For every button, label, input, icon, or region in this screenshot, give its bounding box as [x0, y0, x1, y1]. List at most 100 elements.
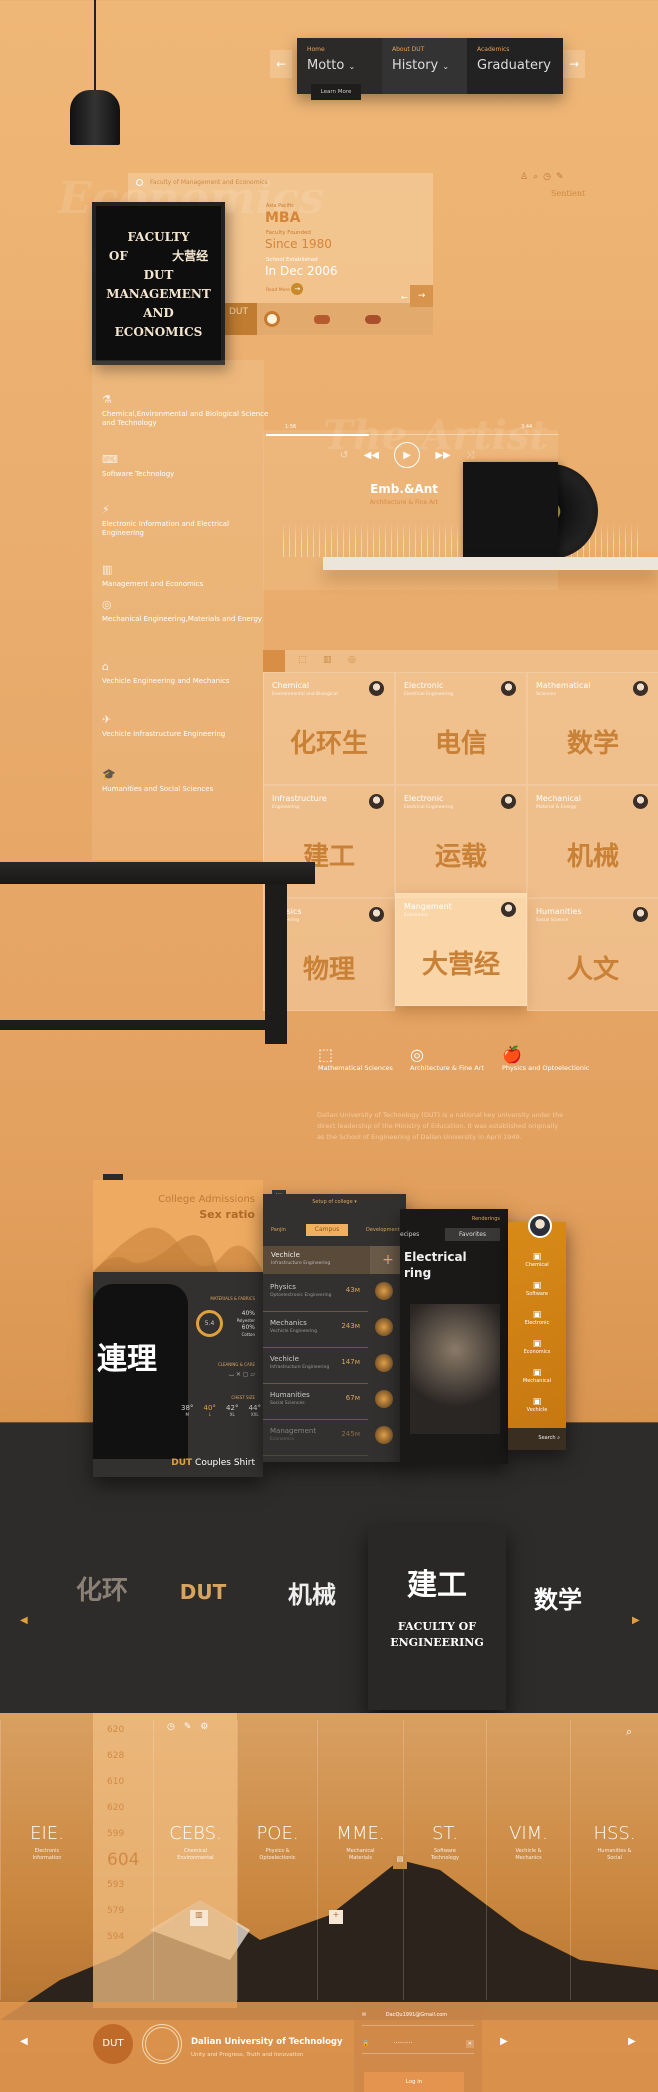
college-card[interactable]: Electronic Electrical Engineering 运载 — [395, 785, 527, 898]
college-tab-development[interactable]: Development — [366, 1227, 400, 1233]
college-thumbnail[interactable] — [375, 1354, 393, 1372]
side-item[interactable]: ▣ Economics — [508, 1339, 566, 1368]
size-option[interactable]: 44° XXL — [249, 1404, 261, 1417]
clock-icon[interactable]: ◷ — [543, 172, 556, 182]
college-tab-panjin[interactable]: Panjin — [271, 1227, 286, 1233]
college-column[interactable]: VIM. Vechicle & Mechanics — [486, 1720, 570, 2000]
college-card[interactable]: Mathematical Sciences 数学 — [527, 672, 658, 785]
avatar[interactable] — [501, 681, 516, 696]
footer-prev[interactable]: ◀ — [20, 2036, 28, 2047]
faculty-item[interactable]: ⚡ Electronic Information and Electrical E… — [102, 504, 272, 538]
carousel-item[interactable]: DUT — [168, 1580, 238, 1604]
college-thumbnail[interactable] — [375, 1390, 393, 1408]
mountain-marker[interactable]: ▤ — [393, 1855, 407, 1869]
avatar[interactable] — [501, 794, 516, 809]
discipline-item[interactable]: ◎ Architecture & Fine Art — [410, 1045, 484, 1072]
size-option[interactable]: 38° M — [181, 1404, 193, 1417]
college-card[interactable]: Mechanical Material & Energy 机械 — [527, 785, 658, 898]
college-thumbnail[interactable] — [375, 1318, 393, 1336]
user-icon[interactable]: ♙ — [520, 172, 533, 182]
search-bar[interactable]: Search ⌕ — [508, 1428, 566, 1450]
footer-next-arrow[interactable]: ▶ — [628, 2036, 636, 2047]
learn-more-tooltip[interactable]: Learn More — [311, 84, 361, 100]
favorites-tab[interactable]: Favorites — [445, 1228, 500, 1241]
password-field[interactable]: 🔒 ·········· ✕ — [362, 2040, 474, 2054]
carousel-next[interactable]: ▶ — [632, 1615, 640, 1626]
carousel-item[interactable]: 机械 — [272, 1575, 352, 1610]
college-card[interactable]: Mangement Economics 大营经 — [395, 893, 527, 1006]
avatar[interactable] — [528, 1214, 552, 1238]
faculty-item[interactable]: ⌨ Software Technology — [102, 454, 272, 479]
edit-icon[interactable]: ✎ — [556, 172, 569, 182]
college-row[interactable]: Physics Optoelectronic Engineering 43м — [263, 1278, 368, 1312]
college-column[interactable]: HSS. Humanities & Social — [570, 1720, 658, 2000]
side-item[interactable]: ▣ Electronic — [508, 1310, 566, 1339]
college-card[interactable]: Chemical Environmental and Biological 化环生 — [263, 672, 395, 785]
side-item[interactable]: ▣ Mechanical — [508, 1368, 566, 1397]
progress-track[interactable] — [266, 434, 559, 436]
college-thumbnail[interactable] — [375, 1426, 393, 1444]
college-dropdown[interactable]: Setup of college ▾ — [263, 1199, 406, 1205]
discipline-item[interactable]: ⬚ Mathematical Sciences — [318, 1045, 393, 1072]
search-icon[interactable]: ⌕ — [533, 172, 543, 182]
college-column[interactable]: EIE. Electronic Information — [0, 1720, 93, 2000]
college-row[interactable]: Mechanics Vechicle Engineering 243м — [263, 1314, 368, 1348]
recipes-tab[interactable]: ecipes — [400, 1231, 419, 1238]
faculty-item[interactable]: ⚗ Chemical,Environmental and Biological S… — [102, 394, 272, 428]
college-column[interactable]: POE. Physics & Optoelectionic — [237, 1720, 317, 2000]
tab-circle[interactable] — [263, 650, 285, 672]
forward-icon[interactable]: ▶▶ — [435, 450, 450, 461]
college-thumbnail[interactable] — [375, 1282, 393, 1300]
college-card[interactable]: Humanities Social Science 人文 — [527, 898, 658, 1011]
college-column[interactable]: ST. Software Technology — [403, 1720, 486, 2000]
play-icon[interactable]: ▶ — [394, 442, 421, 468]
college-card[interactable]: Electronic Electrical Engineering 电信 — [395, 672, 527, 785]
college-column[interactable]: CEBS. Chemical Environmental — [153, 1720, 237, 2000]
tab-target[interactable]: ◎ — [348, 655, 356, 665]
avatar[interactable] — [633, 681, 648, 696]
shuffle-icon[interactable]: ⤨ — [466, 450, 474, 461]
email-field[interactable]: ✉ DacQu1991@Gmail.com — [362, 2012, 474, 2026]
side-item[interactable]: ▣ Software — [508, 1281, 566, 1310]
active-college[interactable]: Vechicle Infrastructure Engineering + — [263, 1246, 406, 1274]
carousel-item[interactable]: 化环 — [62, 1570, 142, 1607]
avatar[interactable] — [633, 907, 648, 922]
renderings-tab[interactable]: Renderings — [472, 1216, 500, 1222]
tab-chart[interactable]: ▥ — [323, 655, 332, 665]
size-option[interactable]: 40° L — [204, 1404, 216, 1417]
size-option[interactable]: 42° XL — [226, 1404, 238, 1417]
read-more-link[interactable]: Read More → — [266, 283, 304, 295]
rewind-icon[interactable]: ◀◀ — [364, 450, 379, 461]
faculty-item[interactable]: ▥ Management and Economics — [102, 564, 272, 589]
repeat-icon[interactable]: ↺ — [340, 450, 348, 461]
discipline-item[interactable]: 🍎 Physics and Optoelectionic — [502, 1045, 589, 1072]
college-tab-campus[interactable]: Campus — [306, 1224, 348, 1236]
carousel-item[interactable]: 数学 — [518, 1580, 598, 1615]
side-item[interactable]: ▣ Vechicle — [508, 1397, 566, 1426]
faculty-item[interactable]: ⌂ Vechicle Engineering and Mechanics — [102, 661, 272, 686]
login-button[interactable]: Log in — [364, 2072, 464, 2092]
faculty-item[interactable]: ◎ Mechanical Engineering,Materials and En… — [102, 599, 272, 624]
college-row[interactable]: Humanities Social Sciences 67м — [263, 1386, 368, 1420]
college-column[interactable]: MME. Mechanical Materials — [317, 1720, 403, 2000]
feature-prev-button[interactable]: ← — [401, 293, 408, 302]
avatar[interactable] — [369, 907, 384, 922]
nav-next-button[interactable]: → — [563, 50, 585, 78]
avatar[interactable] — [369, 794, 384, 809]
nav-item-academics[interactable]: Academics Graduatery — [467, 38, 563, 94]
mountain-marker[interactable]: ▥ — [190, 1910, 208, 1926]
college-row[interactable]: Management Economics 245м — [263, 1422, 368, 1456]
faculty-item[interactable]: 🎓 Humanities and Social Sciences — [102, 769, 272, 794]
nav-prev-button[interactable]: ← — [270, 50, 292, 78]
mountain-marker[interactable]: + — [329, 1910, 343, 1924]
carousel-prev[interactable]: ◀ — [20, 1615, 28, 1626]
side-item[interactable]: ▣ Chemical — [508, 1252, 566, 1281]
avatar[interactable] — [369, 681, 384, 696]
faculty-item[interactable]: ✈ Vechicle Infrastructure Engineering — [102, 714, 272, 739]
college-row[interactable]: Vechicle Infrastructure Engineering 147м — [263, 1350, 368, 1384]
avatar[interactable] — [501, 902, 516, 917]
nav-item-about[interactable]: About DUT History ⌄ — [382, 38, 467, 94]
featured-carousel-card[interactable]: 建工 FACULTY OF ENGINEERING — [368, 1525, 506, 1710]
tab-cube[interactable]: ⬚ — [298, 655, 307, 665]
avatar[interactable] — [633, 794, 648, 809]
